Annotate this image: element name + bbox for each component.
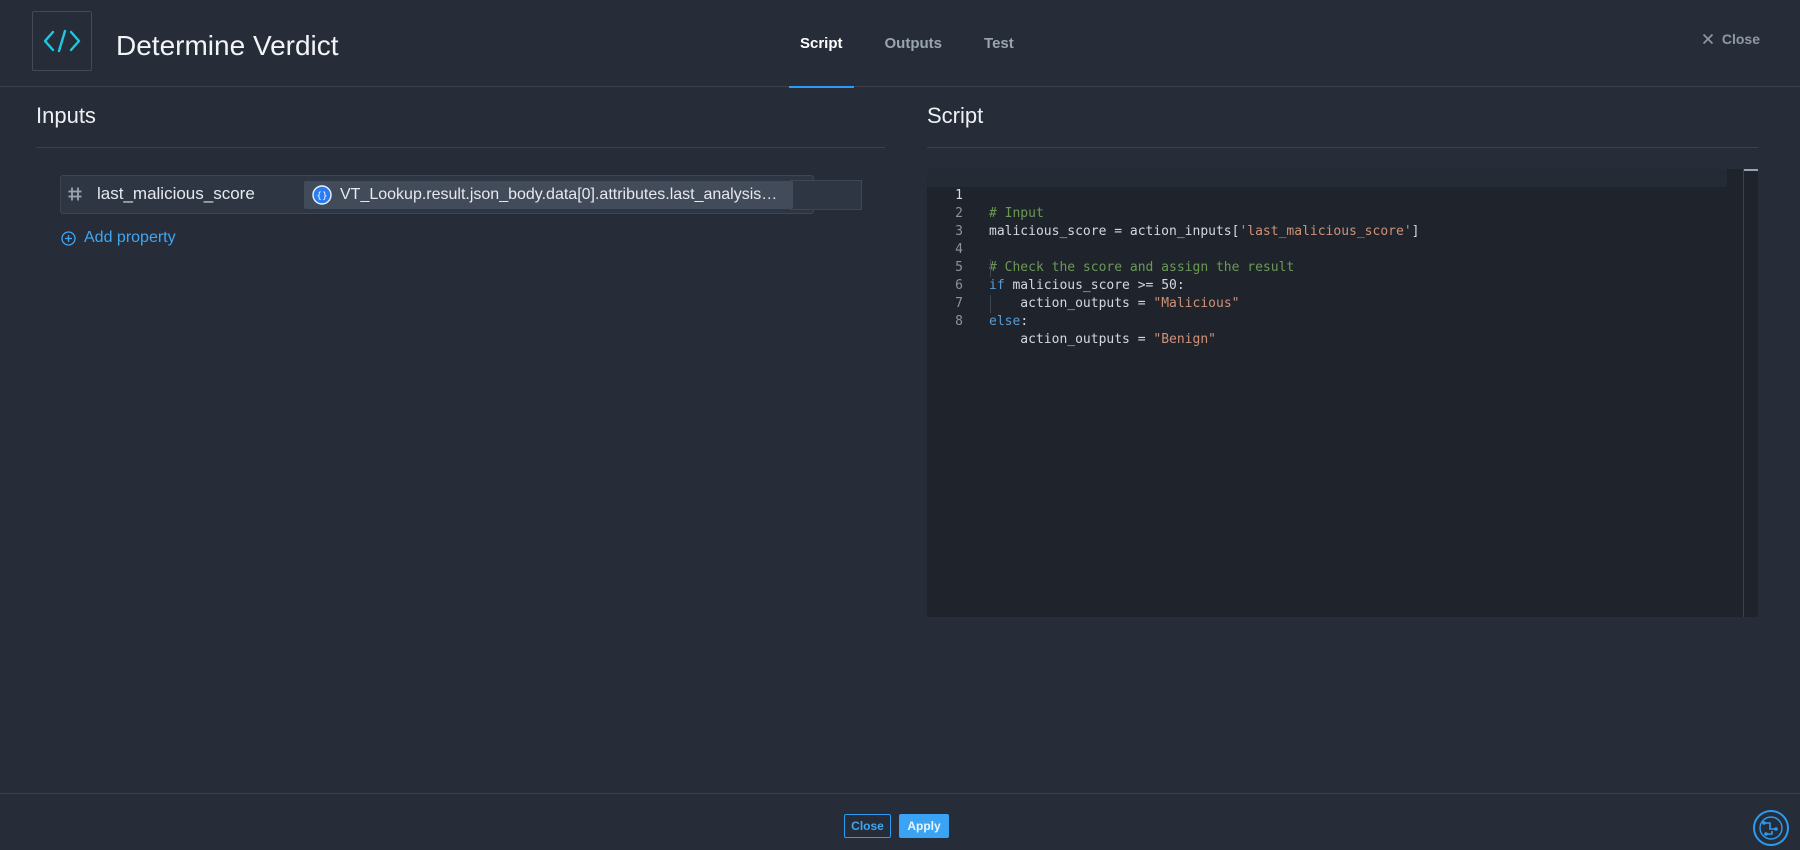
add-circle-icon <box>61 230 76 246</box>
hash-icon <box>68 187 82 201</box>
close-dialog-button[interactable]: Close <box>1702 31 1760 47</box>
indent-guide <box>990 259 991 277</box>
close-label: Close <box>1721 31 1760 47</box>
tab-bar: Script Outputs Test <box>789 0 1045 88</box>
inputs-heading: Inputs <box>36 103 96 128</box>
property-name[interactable]: last_malicious_score <box>97 184 255 204</box>
apply-button[interactable]: Apply <box>899 814 949 838</box>
code-text: else: <box>989 314 1029 329</box>
script-divider <box>927 147 1758 148</box>
close-button[interactable]: Close <box>844 814 891 838</box>
script-heading: Script <box>927 103 984 128</box>
code-line: 6 action_outputs = "Malicious" <box>927 259 1727 311</box>
variable-reference-icon: {} <box>312 185 332 205</box>
code-brackets-icon <box>43 29 81 53</box>
close-icon <box>1702 33 1713 45</box>
script-logo <box>32 11 92 71</box>
inputs-divider <box>36 147 885 148</box>
tab-outputs[interactable]: Outputs <box>874 0 954 87</box>
code-token: "Benign" <box>1153 332 1216 347</box>
property-value: VT_Lookup.result.json_body.data[0].attri… <box>340 186 782 203</box>
svg-text:{}: {} <box>316 192 327 202</box>
tab-test[interactable]: Test <box>973 0 1025 87</box>
indent-guide <box>990 295 991 313</box>
editor-scroll-marker <box>1744 169 1758 171</box>
code-line: 7 else: <box>927 277 1727 329</box>
code-line: 4 # Check the score and assign the resul… <box>927 223 1727 275</box>
brand-globe-icon[interactable] <box>1752 809 1790 847</box>
line-number: 8 <box>955 314 963 329</box>
code-line: 8 action_outputs = "Benign" <box>927 295 1727 347</box>
code-line: 2 malicious_score = action_inputs['last_… <box>927 187 1727 239</box>
add-property-label: Add property <box>84 229 176 246</box>
code-line: 3 <box>927 205 1727 239</box>
code-token: else <box>989 314 1021 329</box>
code-text: action_outputs = "Benign" <box>989 332 1216 347</box>
code-line: 5 if malicious_score >= 50: <box>927 241 1727 293</box>
property-row-extension <box>790 180 862 210</box>
code-line: 1 # Input <box>927 169 1727 221</box>
tab-script[interactable]: Script <box>789 0 854 88</box>
code-editor[interactable]: 1 # Input 2 malicious_score = action_inp… <box>927 169 1758 617</box>
property-value-chip[interactable]: {} VT_Lookup.result.json_body.data[0].at… <box>304 181 793 209</box>
add-property-button[interactable]: Add property <box>61 229 176 247</box>
page-title: Determine Verdict <box>116 30 339 61</box>
footer-divider <box>0 793 1800 794</box>
header: Determine Verdict Script Outputs Test Cl… <box>0 0 1800 88</box>
editor-scrollbar[interactable] <box>1743 169 1744 617</box>
